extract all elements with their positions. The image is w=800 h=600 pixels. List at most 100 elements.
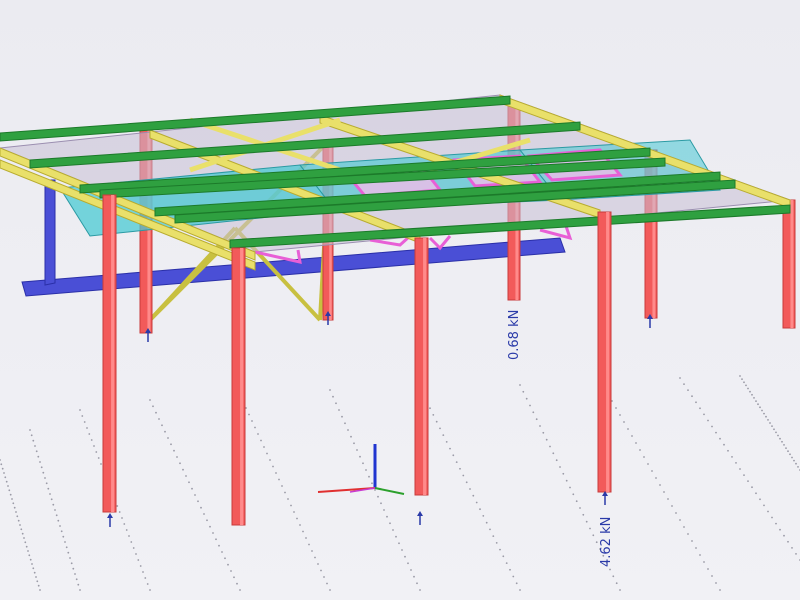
grid-dot	[442, 434, 445, 436]
grid-dot	[539, 425, 541, 427]
grid-dot	[769, 422, 771, 424]
grid-dot	[631, 435, 633, 437]
grid-dot	[663, 491, 665, 493]
grid-dot	[176, 456, 178, 458]
grid-dot	[743, 474, 745, 476]
grid-dot	[765, 415, 767, 418]
grid-dot	[707, 568, 709, 570]
grid-dot	[479, 508, 481, 511]
grid-dot	[659, 484, 661, 486]
support-arrow-icon	[107, 513, 113, 527]
grid-dot	[787, 450, 789, 453]
grid-dot	[37, 584, 40, 587]
grid-dot	[77, 583, 80, 586]
grid-dot	[197, 500, 199, 503]
grid-dot	[100, 463, 102, 465]
grid-dot	[128, 535, 130, 537]
grid-dot	[209, 525, 211, 528]
grid-dot	[365, 469, 367, 471]
grid-dot	[675, 512, 677, 514]
grid-dot	[643, 456, 645, 458]
grid-dot	[759, 406, 761, 409]
grid-dot	[761, 409, 763, 412]
grid-dot	[612, 575, 615, 578]
grid-dot	[88, 433, 91, 435]
grid-dot	[47, 487, 50, 490]
grid-dot	[13, 506, 16, 509]
grid-dot	[791, 547, 793, 549]
grid-dot	[9, 493, 12, 496]
grid-dot	[723, 443, 725, 446]
grid-dot	[323, 576, 325, 578]
grid-dot	[565, 479, 568, 482]
grid-dot	[203, 513, 205, 515]
grid-dot	[0, 459, 1, 461]
grid-dot	[135, 553, 137, 555]
grid-dot	[731, 456, 733, 458]
model-viewport[interactable]: 0.68 kN 4.62 kN	[0, 0, 800, 600]
grid-dot	[74, 573, 76, 575]
grid-dot	[575, 500, 578, 503]
grid-dot	[81, 415, 84, 417]
grid-dot	[445, 441, 448, 443]
grid-dot	[472, 494, 475, 497]
grid-dot	[707, 419, 709, 422]
grid-dot	[233, 576, 235, 579]
grid-dot	[353, 442, 355, 445]
grid-dot	[23, 537, 25, 539]
grid-dot	[492, 535, 495, 537]
grid-dot	[44, 477, 46, 479]
grid-dot	[308, 543, 310, 546]
grid-dot	[783, 444, 785, 446]
grid-dot	[416, 582, 418, 585]
grid-dot	[522, 390, 525, 393]
grid-dot	[407, 562, 409, 565]
grid-dot	[32, 567, 35, 570]
grid-dot	[647, 463, 649, 465]
grid-dot	[753, 397, 755, 399]
grid-dot	[344, 422, 346, 425]
grid-dot	[248, 413, 250, 416]
grid-dot	[173, 449, 175, 452]
grid-dot	[70, 562, 73, 565]
grid-dot	[465, 481, 468, 484]
grid-dot	[595, 541, 598, 544]
grid-dot	[64, 541, 66, 543]
grid-dot	[194, 494, 196, 496]
grid-dot	[50, 498, 53, 501]
column	[597, 211, 612, 493]
grid-dot	[269, 459, 271, 461]
grid-dot	[755, 492, 757, 495]
column	[102, 194, 117, 513]
grid-dot	[95, 451, 98, 453]
axis-triad	[317, 444, 405, 495]
grid-dot	[787, 540, 789, 543]
grid-dot	[278, 478, 280, 481]
grid-dot	[545, 438, 548, 441]
grid-dot	[509, 568, 511, 571]
grid-dot	[435, 420, 438, 423]
grid-dot	[251, 420, 253, 422]
grid-dot	[703, 561, 705, 563]
grid-dot	[775, 522, 777, 525]
grid-dot	[502, 555, 505, 558]
grid-dot	[329, 589, 331, 591]
grid-dot	[377, 495, 379, 498]
grid-dot	[149, 589, 151, 591]
grid-dot	[380, 502, 382, 505]
grid-dot	[687, 389, 689, 391]
grid-dot	[33, 571, 36, 574]
grid-dot	[745, 384, 747, 387]
grid-dot	[779, 528, 781, 531]
grid-dot	[37, 455, 40, 458]
grid-dot	[699, 554, 701, 556]
grid-dot	[763, 504, 765, 507]
grid-dot	[741, 378, 743, 380]
grid-dot	[161, 424, 163, 427]
grid-dot	[20, 528, 23, 531]
grid-dot	[182, 468, 184, 471]
grid-dot	[4, 476, 7, 479]
grid-dot	[572, 493, 575, 496]
grid-dot	[695, 547, 697, 549]
grid-dot	[757, 403, 759, 406]
